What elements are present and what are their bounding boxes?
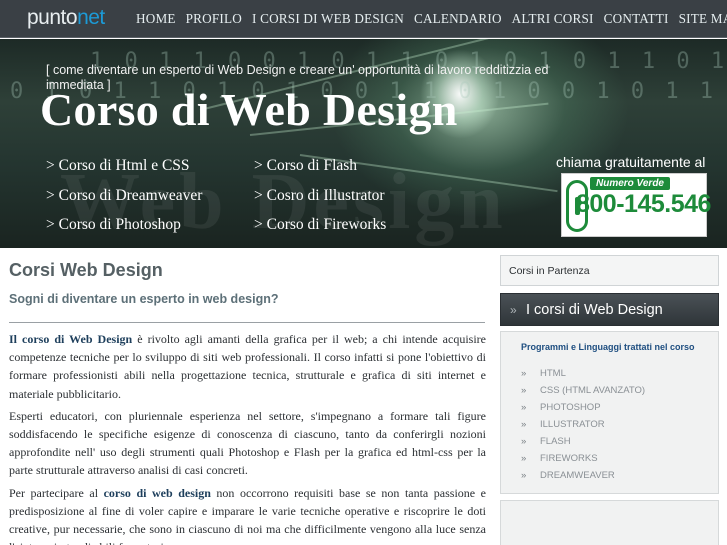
double-chevron-icon: » [510, 303, 517, 317]
numero-verde-badge[interactable]: Numero Verde 800-145.546 [561, 173, 711, 237]
call-label: chiama gratuitamente al [556, 154, 706, 170]
programmi-item-dreamweaver[interactable]: » DREAMWEAVER [521, 470, 645, 487]
nav-contatti[interactable]: CONTATTI [604, 11, 669, 27]
nav-site-map[interactable]: SITE MAP [679, 11, 727, 27]
corsi-web-design-label: I corsi di Web Design [526, 302, 663, 318]
programmi-box: Programmi e Linguaggi trattati nel corso… [500, 331, 719, 494]
paragraph-2: Esperti educatori, con pluriennale esper… [9, 408, 486, 478]
programmi-list: » HTML » CSS (HTML AVANZATO) » PHOTOSHOP » I… [521, 368, 645, 487]
page-title: Corsi Web Design [9, 260, 163, 280]
nav-calendario[interactable]: CALENDARIO [414, 11, 502, 27]
corsi-web-design-header[interactable]: » I corsi di Web Design [500, 293, 719, 326]
main-nav: HOME PROFILO I CORSI DI WEB DESIGN CALEN… [136, 11, 727, 27]
paragraph-3-start: Per partecipare al [9, 485, 104, 500]
programmi-item-label: ILLUSTRATOR [540, 419, 605, 430]
numero-verde-number: 800-145.546 [576, 190, 711, 218]
hero-banner: 1 0 1 1 0 0 1 0 1 1 0 1 0 1 0 1 1 0 1 0 … [0, 39, 727, 248]
programmi-item-illustrator[interactable]: » ILLUSTRATOR [521, 419, 645, 436]
top-navigation-bar: puntonet HOME PROFILO I CORSI DI WEB DES… [0, 0, 727, 38]
programmi-item-label: FIREWORKS [540, 453, 598, 464]
bullet-chevron-icon: » [521, 470, 527, 481]
site-logo[interactable]: puntonet [27, 6, 105, 30]
programmi-item-label: CSS (HTML AVANZATO) [540, 385, 646, 396]
bullet-chevron-icon: » [521, 419, 527, 430]
bullet-chevron-icon: » [521, 402, 527, 413]
sidebar-empty-box [500, 500, 719, 545]
link-corso-photoshop[interactable]: > Corso di Photoshop [46, 216, 181, 234]
programmi-heading: Programmi e Linguaggi trattati nel corso [521, 342, 695, 352]
bullet-chevron-icon: » [521, 436, 527, 447]
logo-text-punto: punto [27, 6, 78, 29]
programmi-item-photoshop[interactable]: » PHOTOSHOP [521, 402, 645, 419]
programmi-item-css[interactable]: » CSS (HTML AVANZATO) [521, 385, 645, 402]
nav-corsi-web-design[interactable]: I CORSI DI WEB DESIGN [252, 11, 404, 27]
programmi-item-label: PHOTOSHOP [540, 402, 601, 413]
programmi-item-html[interactable]: » HTML [521, 368, 645, 385]
page-subtitle: Sogni di diventare un esperto in web des… [9, 292, 279, 306]
link-corso-html-css[interactable]: > Corso di Html e CSS [46, 157, 190, 175]
corsi-in-partenza-box[interactable]: Corsi in Partenza [500, 255, 719, 286]
nav-altri-corsi[interactable]: ALTRI CORSI [512, 11, 594, 27]
programmi-item-label: DREAMWEAVER [540, 470, 615, 481]
main-content: Corsi Web Design Sogni di diventare un e… [0, 249, 498, 545]
programmi-item-label: FLASH [540, 436, 571, 447]
programmi-item-flash[interactable]: » FLASH [521, 436, 645, 453]
paragraph-1-bold: Il corso di Web Design [9, 332, 133, 346]
nav-profilo[interactable]: PROFILO [186, 11, 242, 27]
divider [9, 322, 485, 323]
link-corso-flash[interactable]: > Corso di Flash [254, 157, 357, 175]
nav-home[interactable]: HOME [136, 11, 176, 27]
bullet-chevron-icon: » [521, 368, 527, 379]
programmi-item-label: HTML [540, 368, 566, 379]
article-body: Il corso di Web Design è rivolto agli am… [9, 330, 486, 545]
link-corso-fireworks[interactable]: > Corso di Fireworks [254, 216, 386, 234]
numero-verde-tag: Numero Verde [590, 177, 670, 190]
paragraph-1: Il corso di Web Design è rivolto agli am… [9, 330, 486, 403]
link-corso-illustrator[interactable]: > Cosro di Illustrator [254, 187, 385, 205]
bullet-chevron-icon: » [521, 385, 527, 396]
paragraph-3-bold: corso di web design [103, 485, 211, 500]
hero-title: Corso di Web Design [40, 84, 458, 135]
paragraph-3: Per partecipare al corso di web design n… [9, 484, 486, 545]
logo-text-net: net [77, 6, 105, 29]
corsi-in-partenza-label: Corsi in Partenza [509, 265, 590, 277]
programmi-item-fireworks[interactable]: » FIREWORKS [521, 453, 645, 470]
bullet-chevron-icon: » [521, 453, 527, 464]
link-corso-dreamweaver[interactable]: > Corso di Dreamweaver [46, 187, 202, 205]
